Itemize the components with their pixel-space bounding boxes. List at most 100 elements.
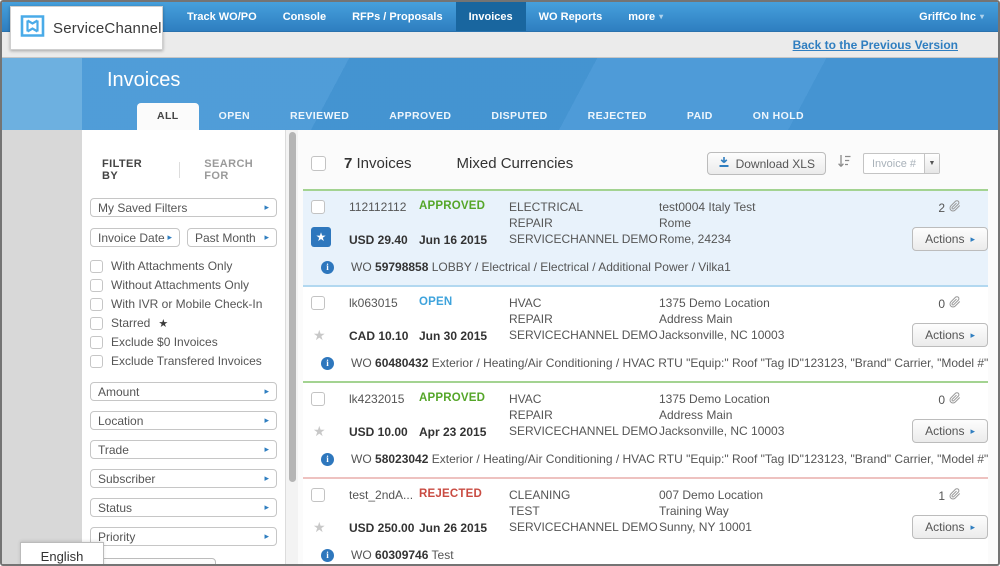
tab-reviewed[interactable]: REVIEWED (270, 103, 369, 130)
status-badge: APPROVED (419, 392, 509, 404)
edit-filters-link[interactable]: Edit Filters (228, 562, 277, 566)
invoice-date: Jun 30 2015 (419, 329, 509, 343)
invoice-amount: USD 250.00 (349, 521, 419, 535)
status-badge: OPEN (419, 296, 509, 308)
checkbox[interactable] (90, 317, 103, 330)
chevron-right-icon: ▸ (264, 444, 269, 455)
location-column: 007 Demo LocationTraining WaySunny, NY 1… (659, 487, 827, 539)
checkbox[interactable] (90, 298, 103, 311)
row-checkbox[interactable] (311, 488, 325, 502)
sort-field-select[interactable]: Invoice # ▼ (863, 153, 940, 174)
filter-mode-tabs: FILTER BY SEARCH FOR (102, 158, 273, 182)
star-toggle-icon[interactable]: ★ (313, 327, 326, 343)
nav-item-rfps-proposals[interactable]: RFPs / Proposals (339, 2, 455, 31)
account-menu[interactable]: GriffCo Inc▾ (919, 2, 998, 31)
attachment-count: 0 (938, 296, 961, 311)
left-gutter (2, 130, 82, 564)
back-to-previous-version-link[interactable]: Back to the Previous Version (793, 38, 958, 52)
invoice-row[interactable]: ★ test_2ndA... USD 250.00 REJECTED Jun 2… (303, 477, 988, 564)
scrollbar-thumb[interactable] (289, 132, 296, 482)
tab-paid[interactable]: PAID (667, 103, 733, 130)
row-checkbox[interactable] (311, 200, 325, 214)
filter-sidebar: FILTER BY SEARCH FOR My Saved Filters▸ I… (82, 130, 285, 564)
sort-order-icon[interactable] (837, 153, 852, 174)
location-dropdown[interactable]: Location▸ (90, 411, 277, 430)
status-dropdown[interactable]: Status▸ (90, 498, 277, 517)
chevron-right-icon: ▸ (970, 426, 975, 437)
download-icon (718, 156, 730, 171)
tab-open[interactable]: OPEN (199, 103, 270, 130)
date-range-dropdown[interactable]: Past Month▸ (187, 228, 277, 247)
checkbox-exclude-transfered[interactable]: Exclude Transfered Invoices (90, 354, 277, 368)
tab-all[interactable]: ALL (137, 103, 199, 130)
tab-on-hold[interactable]: ON HOLD (733, 103, 824, 130)
nav-item-console[interactable]: Console (270, 2, 339, 31)
invoice-number: lk063015 (349, 296, 419, 310)
nav-item-track-wopo[interactable]: Track WO/PO (174, 2, 270, 31)
paperclip-icon (949, 200, 961, 215)
location-column: 1375 Demo LocationAddress MainJacksonvil… (659, 295, 827, 347)
tab-rejected[interactable]: REJECTED (568, 103, 667, 130)
page-header: Invoices ALL OPEN REVIEWED APPROVED DISP… (2, 58, 998, 130)
invoice-row[interactable]: ★ 112112112 USD 29.40 APPROVED Jun 16 20… (303, 189, 988, 285)
tab-approved[interactable]: APPROVED (369, 103, 471, 130)
actions-button[interactable]: Actions▸ (912, 227, 988, 251)
sidebar-scrollbar[interactable] (285, 130, 298, 564)
invoice-date-dropdown[interactable]: Invoice Date▸ (90, 228, 180, 247)
checkbox-exclude-zero-invoices[interactable]: Exclude $0 Invoices (90, 335, 277, 349)
checkbox[interactable] (90, 355, 103, 368)
app-window: ServiceChannel Track WO/PO Console RFPs … (0, 0, 1000, 566)
actions-button[interactable]: Actions▸ (912, 419, 988, 443)
nav-item-wo-reports[interactable]: WO Reports (526, 2, 616, 31)
priority-dropdown[interactable]: Priority▸ (90, 527, 277, 546)
row-checkbox[interactable] (311, 392, 325, 406)
search-for-tab[interactable]: SEARCH FOR (204, 158, 273, 182)
actions-button[interactable]: Actions▸ (912, 323, 988, 347)
download-xls-button[interactable]: Download XLS (707, 152, 826, 175)
star-toggle-icon[interactable]: ★ (313, 423, 326, 439)
checkbox-ivr-mobile-checkin[interactable]: With IVR or Mobile Check-In (90, 297, 277, 311)
info-icon[interactable]: i (321, 549, 334, 562)
info-icon[interactable]: i (321, 357, 334, 370)
chevron-right-icon: ▸ (264, 502, 269, 513)
invoice-row[interactable]: ★ lk063015 CAD 10.10 OPEN Jun 30 2015 HV… (303, 285, 988, 381)
nav-menu: Track WO/PO Console RFPs / Proposals Inv… (174, 2, 676, 31)
subscriber-dropdown[interactable]: Subscriber▸ (90, 469, 277, 488)
filter-by-tab[interactable]: FILTER BY (102, 158, 155, 182)
checkbox-starred[interactable]: Starred ★ (90, 316, 277, 330)
checkbox[interactable] (90, 260, 103, 273)
content-area: FILTER BY SEARCH FOR My Saved Filters▸ I… (2, 130, 998, 564)
location-column: test0004 Italy TestRomeRome, 24234 (659, 199, 827, 251)
nav-item-more[interactable]: more▾ (615, 2, 676, 31)
trade-column: ELECTRICALREPAIRSERVICECHANNEL DEMO (509, 199, 659, 251)
checkbox[interactable] (90, 336, 103, 349)
star-toggle-icon[interactable]: ★ (311, 227, 331, 247)
work-order-summary: WO 59798858 LOBBY / Electrical / Electri… (351, 260, 731, 274)
my-saved-filters-dropdown[interactable]: My Saved Filters▸ (90, 198, 277, 217)
tab-disputed[interactable]: DISPUTED (471, 103, 567, 130)
servicechannel-logo-icon (19, 14, 46, 43)
work-order-summary: WO 60309746 Test (351, 548, 454, 562)
checkbox-with-attachments[interactable]: With Attachments Only (90, 259, 277, 273)
checkbox[interactable] (90, 279, 103, 292)
nav-item-invoices[interactable]: Invoices (456, 2, 526, 31)
invoice-amount: CAD 10.10 (349, 329, 419, 343)
amount-dropdown[interactable]: Amount▸ (90, 382, 277, 401)
trade-dropdown[interactable]: Trade▸ (90, 440, 277, 459)
actions-button[interactable]: Actions▸ (912, 515, 988, 539)
language-selector[interactable]: English (20, 542, 104, 566)
save-current-filter-button[interactable]: Save Current Filter (90, 558, 216, 566)
invoice-number: 112112112 (349, 200, 419, 214)
page-title: Invoices (107, 69, 180, 92)
info-icon[interactable]: i (321, 261, 334, 274)
checkbox-without-attachments[interactable]: Without Attachments Only (90, 278, 277, 292)
logo[interactable]: ServiceChannel (10, 6, 163, 50)
select-all-checkbox[interactable] (311, 156, 326, 171)
chevron-right-icon: ▸ (264, 202, 269, 213)
row-checkbox[interactable] (311, 296, 325, 310)
invoice-row[interactable]: ★ lk4232015 USD 10.00 APPROVED Apr 23 20… (303, 381, 988, 477)
chevron-right-icon: ▸ (970, 234, 975, 245)
star-toggle-icon[interactable]: ★ (313, 519, 326, 535)
info-icon[interactable]: i (321, 453, 334, 466)
invoice-date: Jun 26 2015 (419, 521, 509, 535)
